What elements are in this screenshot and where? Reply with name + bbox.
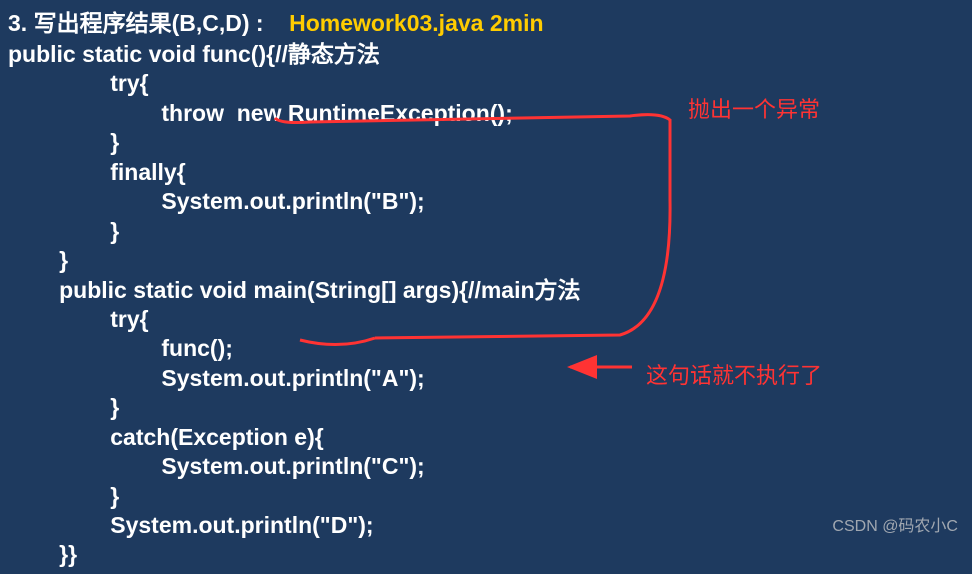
code-line: System.out.println("C"); bbox=[8, 452, 964, 481]
code-line: }} bbox=[8, 540, 964, 569]
question-title: 写出程序结果(B,C,D) : bbox=[34, 10, 264, 36]
code-line: System.out.println("D"); bbox=[8, 511, 964, 540]
code-line: } bbox=[8, 246, 964, 275]
code-line: public static void main(String[] args){/… bbox=[8, 276, 964, 305]
filename-label: Homework03.java 2min bbox=[289, 10, 543, 36]
code-line: public static void func(){//静态方法 bbox=[8, 40, 964, 69]
code-line: } bbox=[8, 128, 964, 157]
annotation-throw: 抛出一个异常 bbox=[688, 92, 820, 124]
code-line: } bbox=[8, 393, 964, 422]
code-block: public static void func(){//静态方法 try{ th… bbox=[8, 40, 964, 570]
slide-title: 3. 写出程序结果(B,C,D) : Homework03.java 2min bbox=[8, 4, 964, 38]
watermark: CSDN @码农小C bbox=[832, 512, 958, 536]
code-line: try{ bbox=[8, 69, 964, 98]
annotation-skip: 这句话就不执行了 bbox=[646, 358, 822, 390]
slide-container: 3. 写出程序结果(B,C,D) : Homework03.java 2min … bbox=[0, 0, 972, 574]
code-line: } bbox=[8, 482, 964, 511]
code-line: throw new RuntimeException(); bbox=[8, 99, 964, 128]
code-line: } bbox=[8, 217, 964, 246]
code-line: catch(Exception e){ bbox=[8, 423, 964, 452]
question-number: 3. bbox=[8, 10, 27, 36]
code-line: System.out.println("B"); bbox=[8, 187, 964, 216]
code-line: finally{ bbox=[8, 158, 964, 187]
code-line: try{ bbox=[8, 305, 964, 334]
